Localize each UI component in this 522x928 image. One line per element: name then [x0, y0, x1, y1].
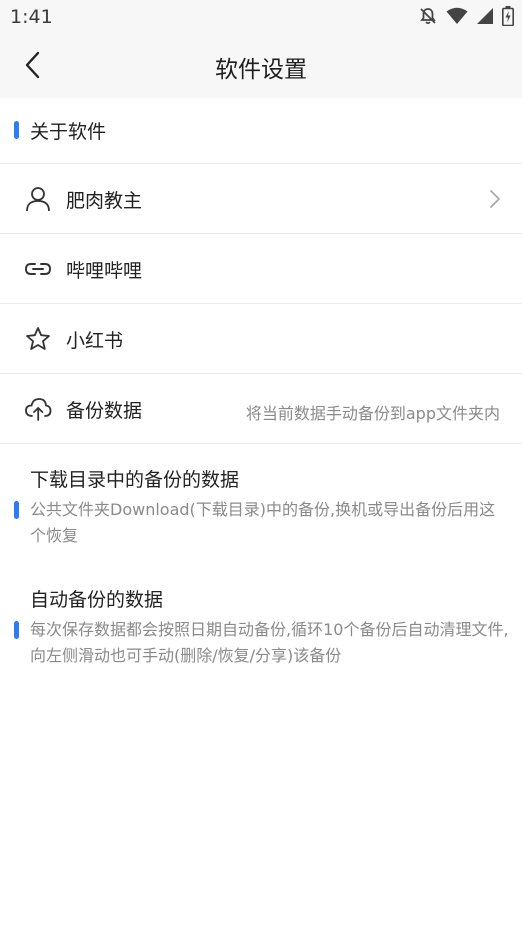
info-auto-backups[interactable]: 自动备份的数据 每次保存数据都会按照日期自动备份,循环10个备份后自动清理文件,…: [0, 585, 522, 675]
page-title: 软件设置: [215, 57, 307, 83]
cloud-upload-icon: [24, 395, 52, 423]
star-icon: [24, 325, 52, 353]
status-bar: 1:41: [0, 0, 522, 36]
row-backup[interactable]: 备份数据 将当前数据手动备份到app文件夹内: [0, 374, 522, 444]
info-title: 自动备份的数据: [30, 589, 164, 611]
section-accent-bar: [14, 121, 19, 139]
row-author[interactable]: 肥肉教主: [0, 164, 522, 234]
row-xiaohongshu[interactable]: 小红书: [0, 304, 522, 374]
battery-charging-icon: [502, 6, 514, 30]
status-time: 1:41: [10, 6, 53, 28]
info-accent-bar: [14, 501, 19, 519]
link-icon: [24, 255, 52, 283]
info-description: 公共文件夹Download(下载目录)中的备份,换机或导出备份后用这个恢复: [30, 500, 496, 545]
row-label: 备份数据: [66, 400, 143, 422]
user-icon: [24, 185, 52, 213]
row-label: 肥肉教主: [66, 190, 143, 212]
row-note: 将当前数据手动备份到app文件夹内: [245, 404, 500, 423]
info-description: 每次保存数据都会按照日期自动备份,循环10个备份后自动清理文件,向左侧滑动也可手…: [30, 620, 509, 665]
app-header: 软件设置: [0, 36, 522, 98]
cellular-signal-icon: [476, 7, 494, 29]
row-bilibili[interactable]: 哔哩哔哩: [0, 234, 522, 304]
info-download-backups[interactable]: 下载目录中的备份的数据 公共文件夹Download(下载目录)中的备份,换机或导…: [0, 465, 522, 555]
section-header-about: 关于软件: [0, 98, 522, 164]
row-label: 哔哩哔哩: [66, 260, 143, 282]
status-icons: [418, 6, 514, 30]
chevron-right-icon: [488, 188, 502, 210]
row-label: 小红书: [66, 330, 124, 352]
info-title: 下载目录中的备份的数据: [30, 469, 240, 491]
bell-muted-icon: [418, 6, 438, 30]
wifi-icon: [446, 7, 468, 29]
info-accent-bar: [14, 621, 19, 639]
section-header-label: 关于软件: [30, 121, 107, 143]
